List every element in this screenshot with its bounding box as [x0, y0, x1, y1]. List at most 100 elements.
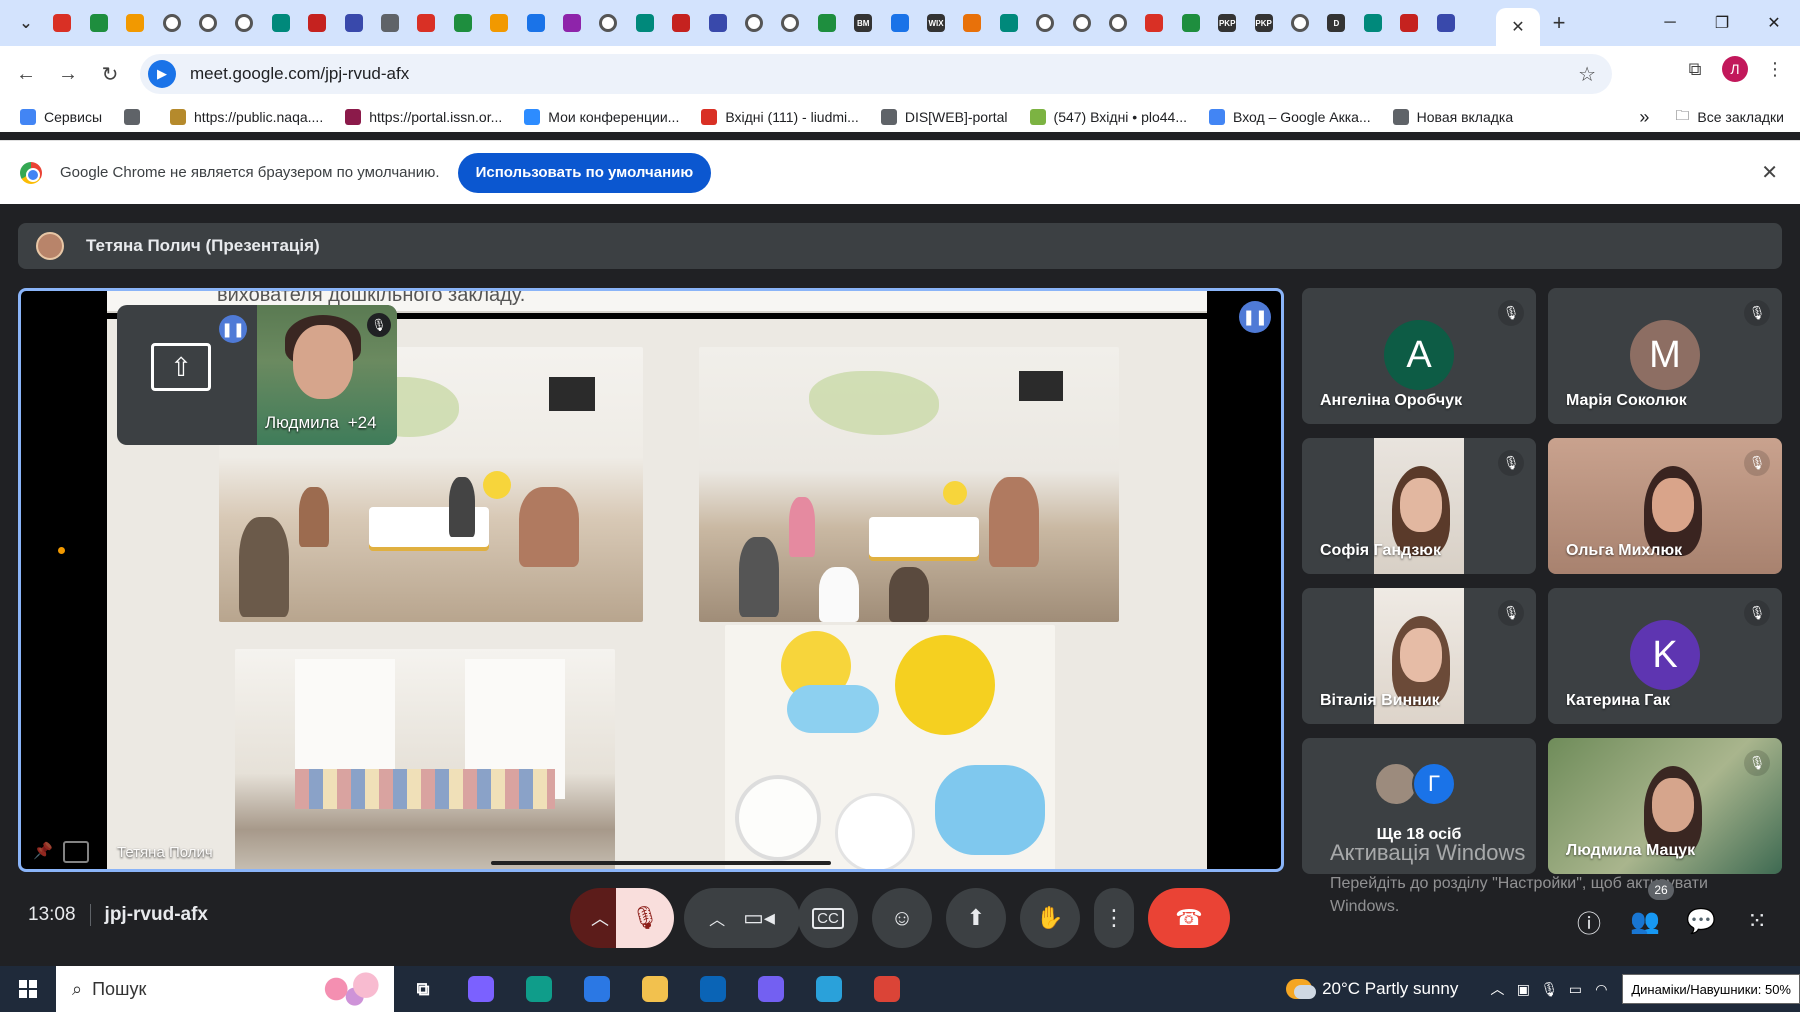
tab-doc-icon[interactable]: [483, 0, 515, 46]
tab-openai-icon[interactable]: [1138, 0, 1170, 46]
tab-drive-icon[interactable]: [83, 0, 115, 46]
more-bookmarks-icon[interactable]: »: [1639, 107, 1649, 128]
participant-tile[interactable]: K 🎙 Катерина Гак: [1548, 588, 1782, 724]
bookmark-item[interactable]: (547) Вхідні • plo44...: [1029, 109, 1187, 125]
close-infobar-icon[interactable]: ✕: [1761, 160, 1778, 185]
tab-wix-icon[interactable]: WIX: [920, 0, 952, 46]
tab-pkp-icon[interactable]: PKP: [1248, 0, 1280, 46]
tab-chrome-icon[interactable]: [774, 0, 806, 46]
restore-icon[interactable]: ❐: [1696, 0, 1748, 46]
tab-sticker-icon[interactable]: [520, 0, 552, 46]
bookmark-item[interactable]: Новая вкладка: [1392, 109, 1513, 125]
microphone-tray-icon[interactable]: 🎙: [1536, 981, 1562, 998]
start-button[interactable]: [0, 966, 56, 1012]
tab-snowflake-icon[interactable]: [410, 0, 442, 46]
present-button[interactable]: ⬆: [946, 888, 1006, 948]
forward-icon[interactable]: →: [48, 54, 88, 94]
tab-chrome-icon[interactable]: [1066, 0, 1098, 46]
battery-icon[interactable]: ▭: [1562, 981, 1588, 998]
tab-orange-icon[interactable]: [301, 0, 333, 46]
tab-pkp-icon[interactable]: PKP: [1211, 0, 1243, 46]
taskbar-app[interactable]: [510, 966, 568, 1012]
people-icon[interactable]: 👥: [1628, 904, 1662, 938]
participant-tile[interactable]: 🎙 Ольга Михлюк: [1548, 438, 1782, 574]
tab-chrome-icon[interactable]: [228, 0, 260, 46]
meet-tray-icon[interactable]: ▣: [1510, 981, 1536, 998]
taskbar-app[interactable]: [684, 966, 742, 1012]
microphone-toggle-button[interactable]: 🎙: [616, 888, 674, 948]
tab-bm-icon[interactable]: BM: [847, 0, 879, 46]
tab-apple-icon[interactable]: [556, 0, 588, 46]
tab-docs-icon[interactable]: [265, 0, 297, 46]
tab-puzzle-icon[interactable]: [702, 0, 734, 46]
reactions-button[interactable]: ☺: [872, 888, 932, 948]
weather-icon[interactable]: [1286, 979, 1317, 999]
weather-text[interactable]: 20°C Partly sunny: [1322, 979, 1458, 999]
tab-green-icon[interactable]: [884, 0, 916, 46]
set-default-button[interactable]: Использовать по умолчанию: [457, 152, 712, 193]
stage-scrollbar[interactable]: [491, 861, 831, 865]
reload-icon[interactable]: ↻: [90, 54, 130, 94]
tab-diamond-icon[interactable]: [1175, 0, 1207, 46]
participant-tile[interactable]: 🎙 Віталія Винник: [1302, 588, 1536, 724]
tab-chrome-icon[interactable]: [1284, 0, 1316, 46]
bookmark-star-icon[interactable]: ☆: [1578, 62, 1596, 87]
tab-chrome-icon[interactable]: [1102, 0, 1134, 46]
active-tab[interactable]: ✕: [1496, 8, 1540, 46]
tab-figure-icon[interactable]: [956, 0, 988, 46]
tab-chrome-icon[interactable]: [592, 0, 624, 46]
participant-tile[interactable]: 🎙 Софія Гандзюк: [1302, 438, 1536, 574]
tab-notion-icon[interactable]: [1357, 0, 1389, 46]
tab-snowflake-icon[interactable]: [338, 0, 370, 46]
address-bar[interactable]: ▶ meet.google.com/jpj-rvud-afx ☆: [140, 54, 1612, 94]
tab-star-icon[interactable]: [665, 0, 697, 46]
tray-expand-icon[interactable]: ︿: [1484, 979, 1510, 999]
tab-forms-icon[interactable]: [1393, 0, 1425, 46]
participant-tile[interactable]: 🎙 Людмила Мацук: [1548, 738, 1782, 874]
tab-chrome-icon[interactable]: [156, 0, 188, 46]
bookmark-item[interactable]: https://portal.issn.or...: [345, 109, 502, 125]
tab-doc-icon[interactable]: [447, 0, 479, 46]
tab-banner-icon[interactable]: [993, 0, 1025, 46]
new-tab-button[interactable]: +: [1542, 10, 1576, 36]
video-options-button[interactable]: ︿ ▭◂: [684, 888, 800, 948]
tab-chrome-icon[interactable]: [738, 0, 770, 46]
tab-warning-icon[interactable]: [374, 0, 406, 46]
bookmark-item[interactable]: https://public.naqa....: [170, 109, 323, 125]
back-icon[interactable]: ←: [6, 54, 46, 94]
activities-icon[interactable]: ⁙: [1740, 904, 1774, 938]
taskbar-app[interactable]: [742, 966, 800, 1012]
taskbar-app[interactable]: [626, 966, 684, 1012]
participant-tile[interactable]: M 🎙 Марія Соколюк: [1548, 288, 1782, 424]
menu-icon[interactable]: ⋮: [1760, 54, 1790, 84]
all-bookmarks-link[interactable]: Все закладки: [1697, 109, 1784, 125]
tab-chrome-icon[interactable]: [1029, 0, 1061, 46]
bookmark-item[interactable]: Вход – Google Акка...: [1209, 109, 1371, 125]
participant-tile[interactable]: A 🎙 Ангеліна Оробчук: [1302, 288, 1536, 424]
captions-button[interactable]: CC: [798, 888, 858, 948]
taskbar-app[interactable]: [800, 966, 858, 1012]
meeting-details-icon[interactable]: ⓘ: [1572, 904, 1606, 938]
close-tab-icon[interactable]: ✕: [1511, 17, 1524, 37]
tab-sheets-icon[interactable]: [1430, 0, 1462, 46]
taskbar-app[interactable]: [452, 966, 510, 1012]
self-view-pip[interactable]: ⇧ ❚❚ 🎙 Людмила +24: [117, 305, 397, 445]
meet-site-icon[interactable]: ▶: [148, 60, 176, 88]
taskbar-app[interactable]: [858, 966, 916, 1012]
url-text[interactable]: meet.google.com/jpj-rvud-afx: [190, 64, 409, 84]
tab-flag-icon[interactable]: [119, 0, 151, 46]
bookmark-item[interactable]: [124, 109, 148, 125]
wifi-icon[interactable]: ◠: [1588, 981, 1614, 998]
leave-call-button[interactable]: ☎: [1148, 888, 1230, 948]
taskbar-app[interactable]: [568, 966, 626, 1012]
more-options-button[interactable]: ⋮: [1094, 888, 1134, 948]
tab-chrome-icon[interactable]: [192, 0, 224, 46]
profile-avatar[interactable]: Л: [1722, 56, 1748, 82]
bookmark-item[interactable]: Вхідні (111) - liudmi...: [701, 109, 859, 125]
tab-house-icon[interactable]: [811, 0, 843, 46]
minimize-icon[interactable]: ─: [1644, 0, 1696, 46]
close-window-icon[interactable]: ✕: [1748, 0, 1800, 46]
bookmark-item[interactable]: DIS[WEB]-portal: [880, 109, 1008, 125]
pin-icon[interactable]: 📌: [33, 841, 53, 861]
taskbar-search[interactable]: ⌕ Пошук: [56, 966, 394, 1012]
